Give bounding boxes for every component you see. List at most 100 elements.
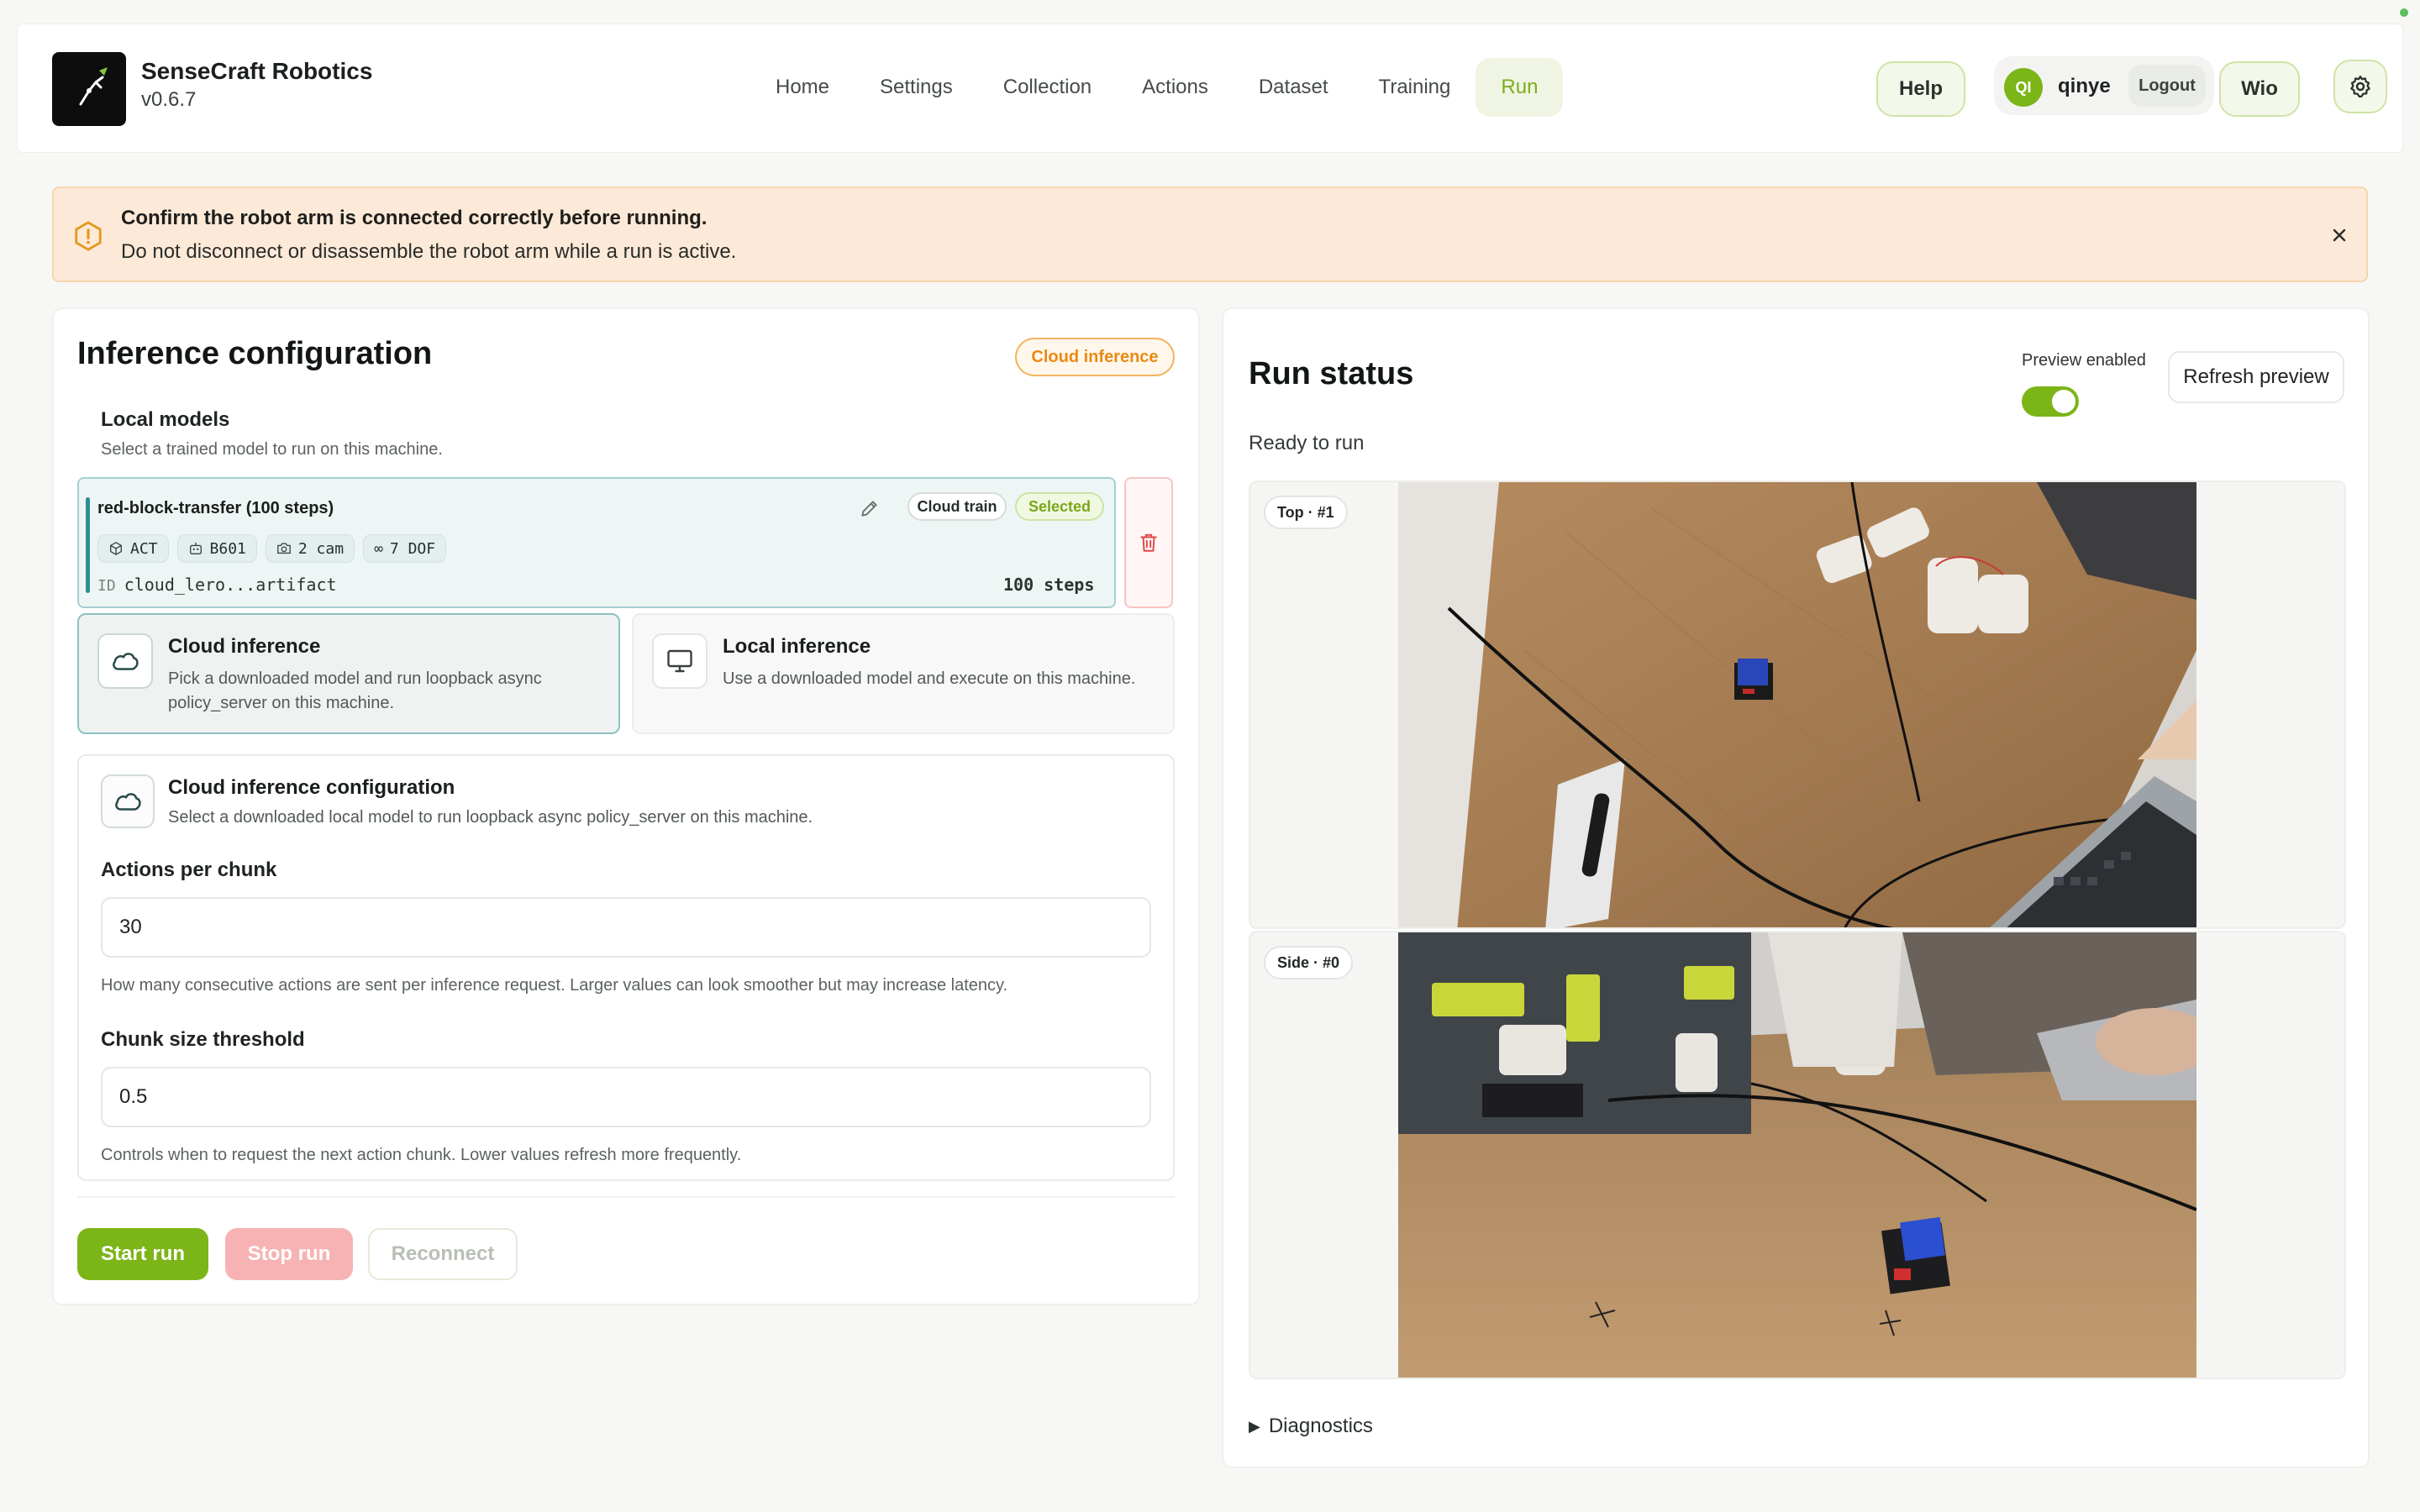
warning-icon <box>75 221 102 251</box>
model-id: ID cloud_lero...artifact <box>97 575 337 595</box>
warning-alert: Confirm the robot arm is connected corre… <box>52 186 2368 282</box>
local-inference-option[interactable]: Local inference Use a downloaded model a… <box>632 613 1175 734</box>
camera-label-top: Top · #1 <box>1264 496 1348 529</box>
chunk-threshold-label: Chunk size threshold <box>101 1028 305 1051</box>
config-title: Cloud inference configuration <box>168 776 455 799</box>
spec-robot-label: B601 <box>209 539 246 558</box>
wio-button[interactable]: Wio <box>2219 61 2300 117</box>
app-logo[interactable] <box>52 52 126 126</box>
top-header: SenseCraft Robotics v0.6.7 Home Settings… <box>17 24 2403 153</box>
camera-image-side <box>1398 932 2196 1378</box>
cloud-inference-title: Cloud inference <box>168 635 321 658</box>
config-cloud-icon-box <box>101 774 155 828</box>
spec-policy: ACT <box>97 534 169 563</box>
reconnect-button[interactable]: Reconnect <box>368 1228 518 1280</box>
camera-icon <box>277 543 291 554</box>
local-inference-title: Local inference <box>723 635 871 658</box>
model-id-value: cloud_lero...artifact <box>124 575 337 595</box>
selected-tag: Selected <box>1015 492 1104 521</box>
chunk-threshold-help: Controls when to request the next action… <box>101 1146 742 1164</box>
settings-button[interactable] <box>2333 60 2387 113</box>
model-id-label: ID <box>97 577 116 595</box>
nav-home[interactable]: Home <box>750 58 855 117</box>
logout-button[interactable]: Logout <box>2128 65 2206 107</box>
gear-icon <box>2350 76 2370 97</box>
spec-cameras: 2 cam <box>265 534 355 563</box>
app-version: v0.6.7 <box>141 88 197 111</box>
model-steps: 100 steps <box>1003 575 1095 595</box>
diagnostics-label: Diagnostics <box>1268 1415 1373 1437</box>
main-nav: Home Settings Collection Actions Dataset… <box>750 58 1564 117</box>
actions-per-chunk-help: How many consecutive actions are sent pe… <box>101 976 1008 995</box>
local-inference-desc: Use a downloaded model and execute on th… <box>723 669 1136 688</box>
spec-dof: ∞ 7 DOF <box>363 534 447 563</box>
selection-accent <box>86 497 90 593</box>
infinity-icon: ∞ <box>374 539 383 558</box>
nav-settings[interactable]: Settings <box>855 58 978 117</box>
cloud-icon <box>115 793 141 811</box>
divider <box>77 1196 1175 1198</box>
caret-right-icon: ▶ <box>1249 1417 1260 1435</box>
run-status-title: Run status <box>1249 356 1414 391</box>
spec-dof-label: 7 DOF <box>389 539 436 558</box>
diagnostics-toggle[interactable]: ▶ Diagnostics <box>1249 1415 1373 1438</box>
actions-per-chunk-input[interactable] <box>101 897 1151 958</box>
config-desc: Select a downloaded local model to run l… <box>168 808 813 827</box>
top-camera-frame <box>1398 482 2196 927</box>
actions-per-chunk-label: Actions per chunk <box>101 858 277 881</box>
camera-label-side: Side · #0 <box>1264 946 1354 979</box>
nav-actions[interactable]: Actions <box>1117 58 1234 117</box>
avatar[interactable]: QI <box>2004 68 2043 107</box>
spec-cameras-label: 2 cam <box>297 539 345 558</box>
robot-arm-logo-icon <box>79 67 108 106</box>
nav-dataset[interactable]: Dataset <box>1234 58 1354 117</box>
monitor-icon <box>667 649 692 673</box>
spec-robot: B601 <box>176 534 257 563</box>
nav-collection[interactable]: Collection <box>978 58 1117 117</box>
user-menu: QI qinye Logout <box>1994 56 2214 115</box>
alert-title: Confirm the robot arm is connected corre… <box>121 207 708 229</box>
model-specs: ACT B601 2 cam ∞ 7 DOF <box>97 534 447 563</box>
cloud-icon <box>113 653 139 670</box>
cloud-inference-config: Cloud inference configuration Select a d… <box>77 754 1175 1181</box>
cloud-icon-box <box>97 633 153 689</box>
cloud-train-tag: Cloud train <box>908 492 1007 521</box>
model-card-selected[interactable]: red-block-transfer (100 steps) Cloud tra… <box>77 477 1116 608</box>
run-status-panel: Run status Preview enabled Refresh previ… <box>1222 307 2370 1468</box>
model-name: red-block-transfer (100 steps) <box>97 499 334 517</box>
username-label: qinye <box>2058 75 2111 97</box>
cube-icon <box>110 542 122 555</box>
alert-body: Do not disconnect or disassemble the rob… <box>121 240 737 263</box>
camera-feed-top: Top · #1 <box>1249 480 2346 929</box>
camera-image-top <box>1398 482 2196 927</box>
local-models-heading: Local models <box>101 408 230 431</box>
panel-title: Inference configuration <box>77 336 433 371</box>
robot-icon <box>189 542 202 554</box>
side-camera-frame <box>1398 932 2196 1378</box>
connection-status-dot <box>2400 8 2408 17</box>
mode-chip: Cloud inference <box>1015 338 1175 376</box>
trash-icon <box>1140 533 1157 552</box>
preview-toggle[interactable] <box>2022 386 2079 417</box>
app-name: SenseCraft Robotics <box>141 58 373 84</box>
run-status-text: Ready to run <box>1249 432 1365 454</box>
pencil-icon[interactable] <box>859 497 881 519</box>
monitor-icon-box <box>652 633 708 689</box>
local-models-desc: Select a trained model to run on this ma… <box>101 440 443 459</box>
chunk-threshold-input[interactable] <box>101 1067 1151 1127</box>
camera-feed-side: Side · #0 <box>1249 931 2346 1379</box>
spec-policy-label: ACT <box>130 539 158 558</box>
help-button[interactable]: Help <box>1876 61 1965 117</box>
cloud-inference-desc: Pick a downloaded model and run loopback… <box>168 669 542 712</box>
inference-config-panel: Inference configuration Cloud inference … <box>52 307 1200 1305</box>
start-run-button[interactable]: Start run <box>77 1228 208 1280</box>
toggle-knob <box>2052 390 2075 413</box>
alert-close-button[interactable] <box>2323 218 2356 252</box>
stop-run-button[interactable]: Stop run <box>225 1228 353 1280</box>
delete-model-button[interactable] <box>1124 477 1173 608</box>
refresh-preview-button[interactable]: Refresh preview <box>2168 351 2344 403</box>
close-icon <box>2333 228 2346 242</box>
cloud-inference-option[interactable]: Cloud inference Pick a downloaded model … <box>77 613 620 734</box>
nav-training[interactable]: Training <box>1354 58 1476 117</box>
nav-run[interactable]: Run <box>1476 58 1564 117</box>
